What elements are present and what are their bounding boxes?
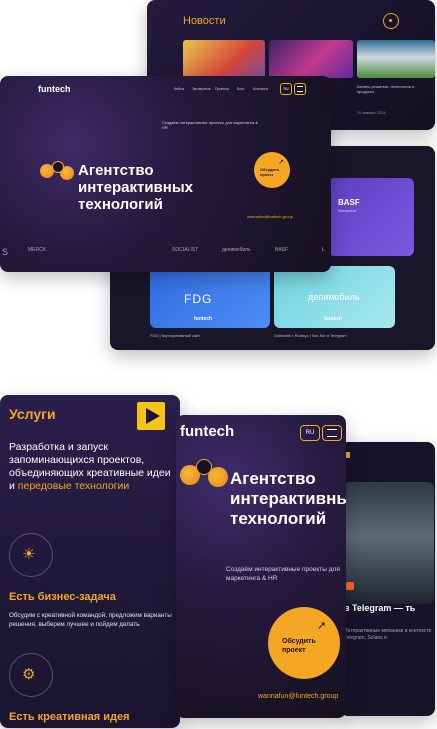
service-creative-heading[interactable]: Есть креативная идея	[9, 711, 130, 723]
project-fdg[interactable]: FDG funtech	[150, 266, 270, 328]
project-delimobil[interactable]: делимобиль funtech	[274, 266, 395, 328]
discuss-project-label: Обсудить проект	[260, 167, 280, 177]
brand-logo[interactable]: funtech	[38, 84, 71, 94]
contact-email[interactable]: wannafun@funtech.group	[247, 214, 293, 219]
brand-logo[interactable]: funtech	[180, 423, 234, 440]
discuss-project-button[interactable]: ↗ Обсудить проект	[254, 152, 290, 188]
news-thumb-3[interactable]	[357, 40, 435, 78]
services-card: Услуги Разработка и запуск запоминающихс…	[0, 395, 180, 728]
project-fdg-caption[interactable]: FDG | Корпоративный сайт	[150, 333, 200, 338]
partner-logo: BASF	[275, 247, 289, 253]
menu-icon[interactable]	[322, 425, 342, 441]
project-fdg-label: FDG	[184, 292, 213, 306]
hero-headline: Агентство интерактивных технологий	[230, 469, 346, 528]
partner-logo: L	[322, 247, 325, 253]
language-switch[interactable]: RU	[280, 83, 292, 95]
language-switch[interactable]: RU	[300, 425, 320, 441]
play-icon[interactable]	[137, 402, 165, 430]
arrow-up-right-icon: ↗	[278, 159, 284, 166]
mobile-hero-card: funtech RU Агентство интерактивных техно…	[176, 415, 346, 718]
nav-item-expertise[interactable]: Экспертиза	[192, 87, 211, 91]
hero-lead: Создаём интерактивные проекты для маркет…	[162, 120, 258, 130]
hero-lead: Создаём интерактивные проекты для маркет…	[226, 566, 340, 582]
gears-icon: ⚙	[9, 653, 53, 697]
news-thumb-1[interactable]	[183, 40, 265, 78]
news-more-icon[interactable]	[383, 13, 399, 29]
article-title[interactable]: в Telegram — ть	[344, 602, 434, 614]
services-title: Услуги	[9, 406, 56, 422]
arrow-up-right-icon: ↗	[316, 620, 326, 632]
news-thumb-2[interactable]	[269, 40, 353, 78]
partner-logo: SOCIALIST	[172, 247, 199, 253]
partners-strip: S MERCK SOCIALIST делимобиль BASF L	[0, 244, 331, 262]
discuss-project-label: Обсудить проект	[282, 638, 316, 654]
discuss-project-button[interactable]: ↗ Обсудить проект	[268, 607, 340, 679]
nav-item-contacts[interactable]: Контакты	[253, 87, 268, 91]
project-del-label: делимобиль	[308, 292, 360, 302]
article-badge-icon	[346, 582, 354, 590]
partner-logo: S	[2, 247, 9, 257]
menu-icon[interactable]	[294, 83, 306, 95]
hero-headline: Агентство интерактивных технологий	[78, 162, 193, 213]
nav-item-projects[interactable]: Проекты	[215, 87, 229, 91]
partner-logo: делимобиль	[222, 247, 251, 253]
project-del-caption[interactable]: Delimobil x Rudnya | Чат-бот в Telegram	[274, 333, 347, 338]
nav-item-blog[interactable]: Блог	[237, 87, 245, 91]
article-image[interactable]	[344, 482, 434, 604]
lightbulb-icon: ☀	[9, 533, 53, 577]
article-subtitle: Интерактивные механики в контексте Teleg…	[344, 628, 432, 641]
news-title: Новости	[183, 15, 226, 27]
project-del-logo: funtech	[324, 316, 343, 322]
nav-item-cases[interactable]: Кейсы	[174, 87, 184, 91]
service-business-desc: Обсудим с креативной командой, предложим…	[9, 612, 172, 628]
desktop-hero-card: funtech Кейсы Экспертиза Проекты Блог Ко…	[0, 76, 331, 272]
partner-logo: MERCK	[28, 247, 47, 253]
news-item-date: 15 января 2024	[357, 110, 386, 115]
contact-email[interactable]: wannafun@funtech.group	[258, 693, 338, 700]
project-basf-sub: Interactive	[338, 208, 357, 213]
project-fdg-logo: funtech	[194, 316, 213, 322]
blog-phone-card: в Telegram — ть Интерактивные механики в…	[340, 442, 435, 716]
news-item-text[interactable]: Бизнес-решения, технологии и продукты	[357, 84, 427, 94]
services-intro-highlight: передовые технологии	[17, 480, 130, 492]
project-basf-label: BASF	[338, 198, 360, 207]
services-intro: Разработка и запуск запоминающихся проек…	[9, 441, 171, 492]
project-basf[interactable]: BASF Interactive	[328, 178, 414, 256]
service-business-heading[interactable]: Есть бизнес-задача	[9, 591, 116, 603]
